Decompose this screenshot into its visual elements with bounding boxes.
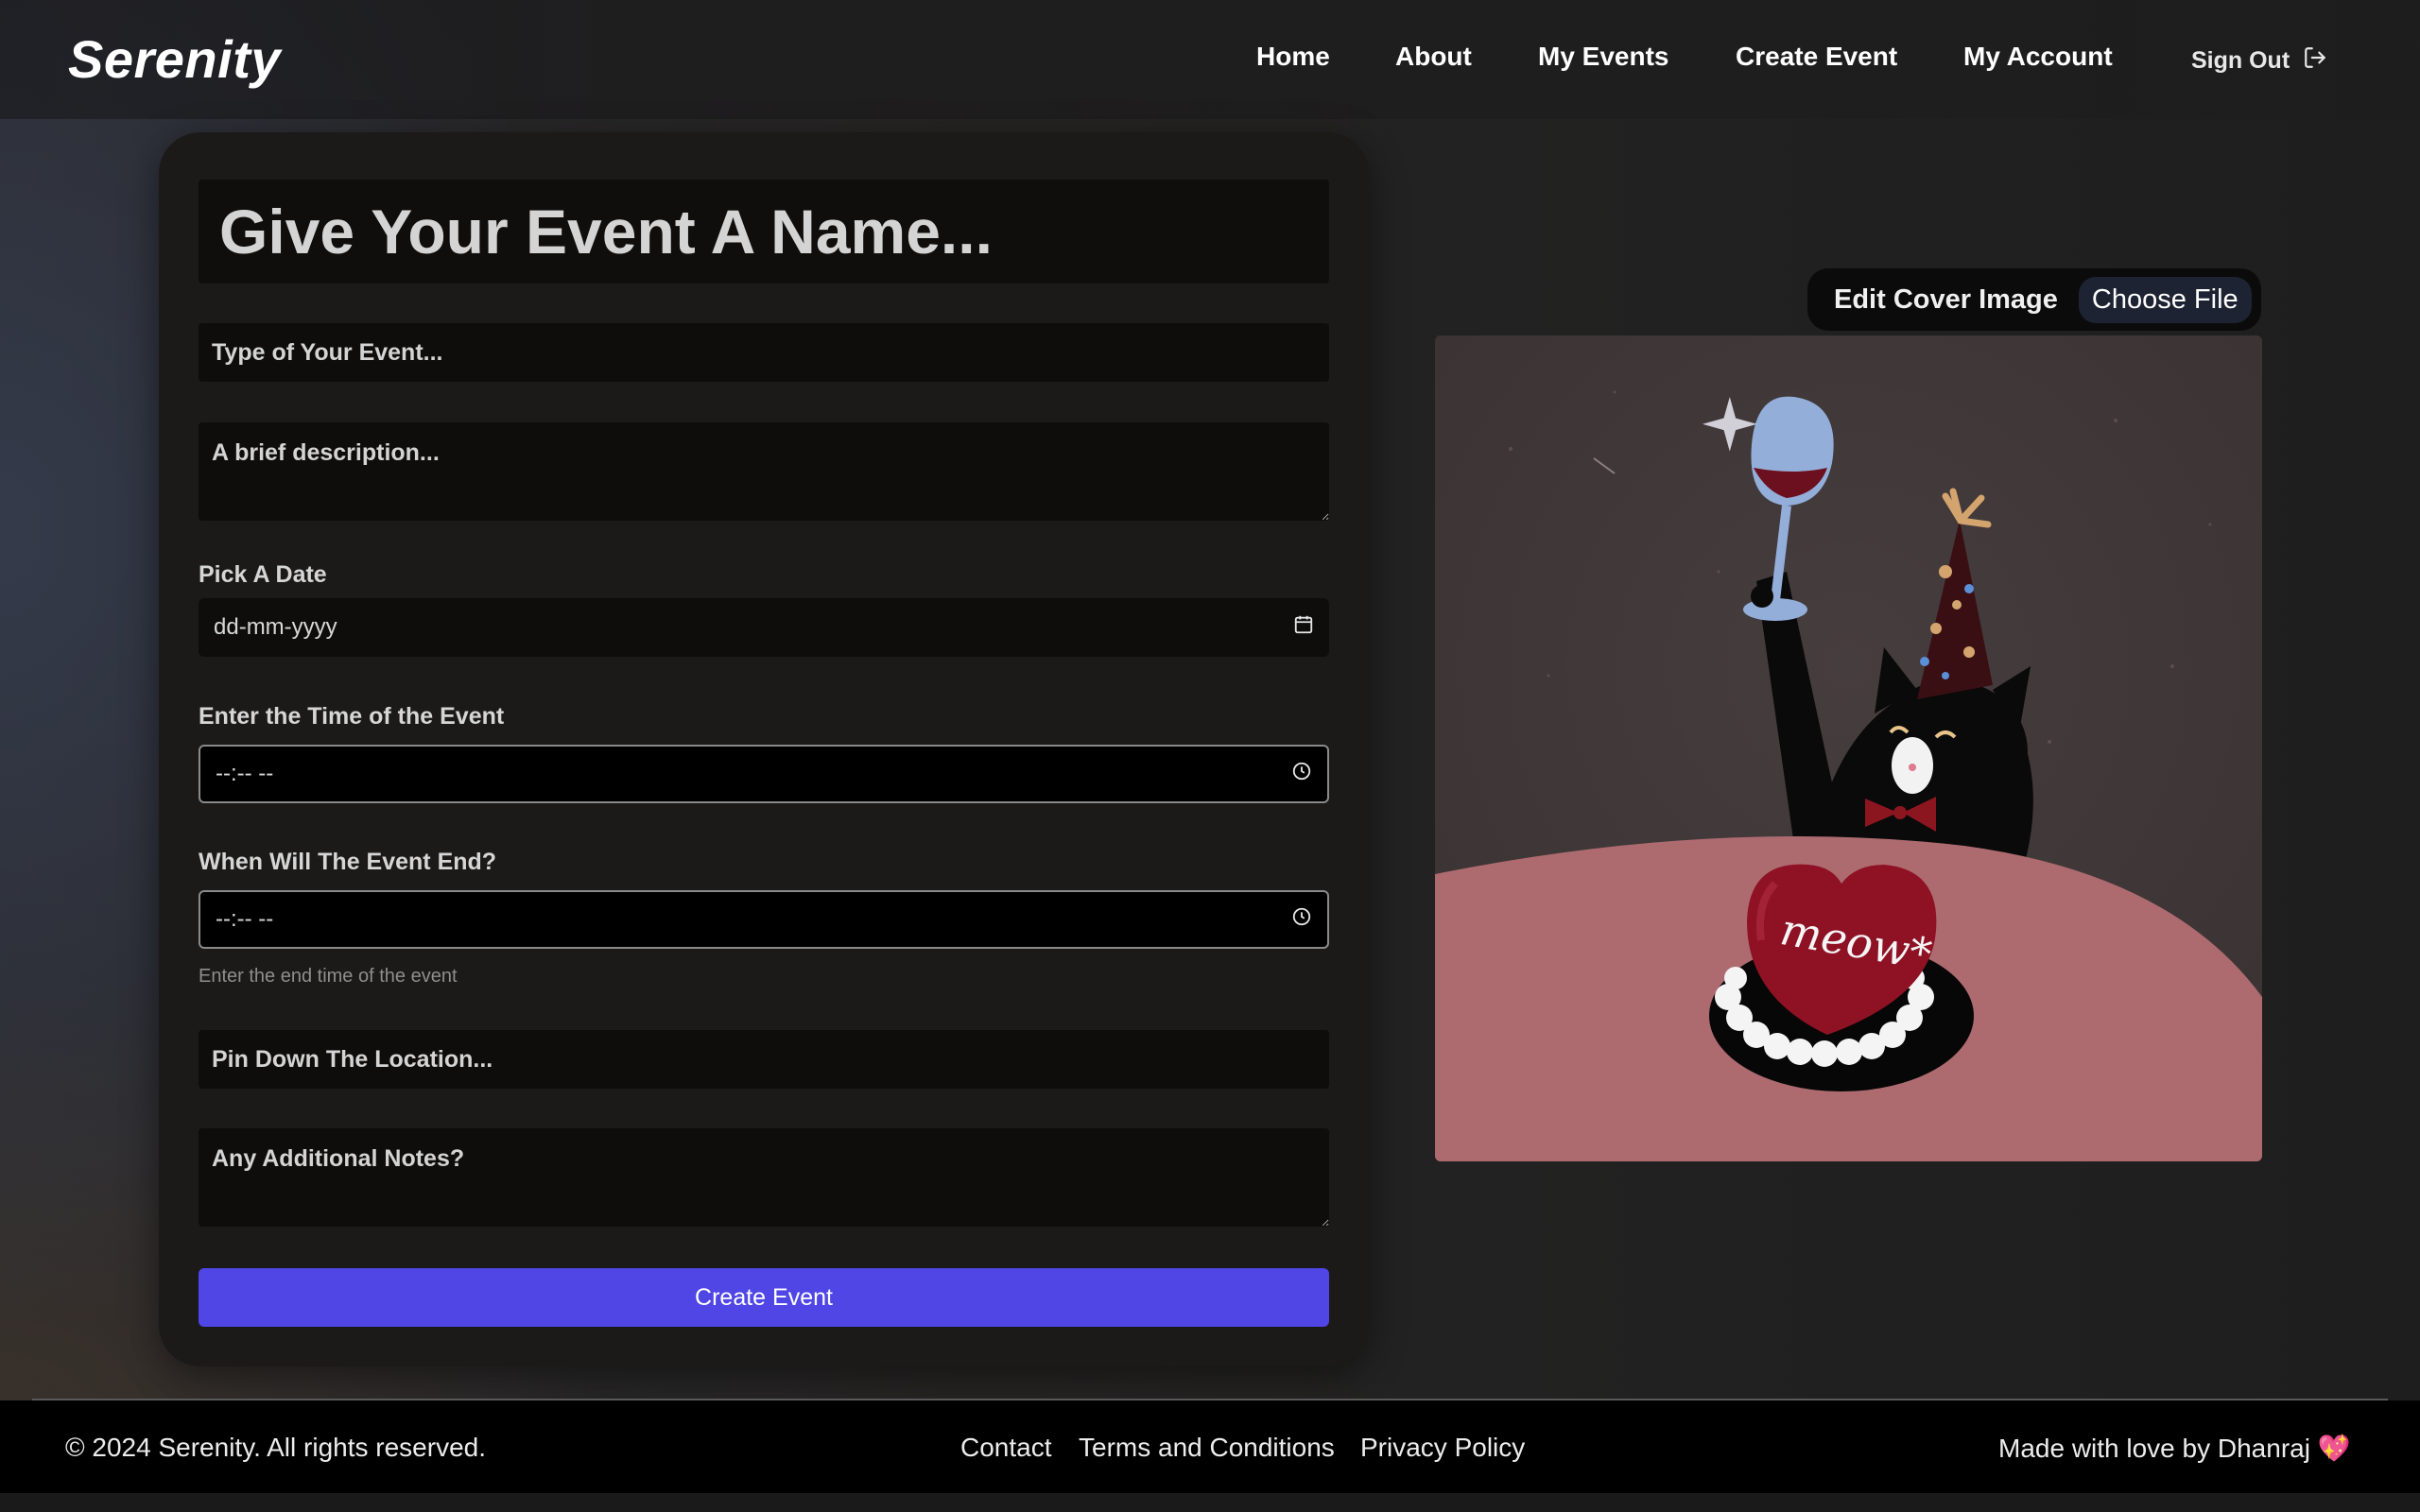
clock-icon[interactable] [1291, 906, 1312, 934]
footer-made-by: Made with love by Dhanraj 💖 [1998, 1434, 2351, 1463]
end-time-placeholder: --:-- -- [216, 906, 274, 932]
edit-cover-label: Edit Cover Image [1834, 284, 2058, 315]
location-input[interactable] [199, 1030, 1329, 1089]
navbar: Serenity Home About My Events Create Eve… [0, 0, 2420, 119]
start-time-label: Enter the Time of the Event [199, 703, 505, 730]
start-time-input[interactable]: --:-- -- [199, 745, 1329, 803]
footer-link-contact[interactable]: Contact [960, 1433, 1052, 1463]
sign-out-icon [2303, 45, 2327, 77]
start-time-placeholder: --:-- -- [216, 761, 274, 786]
clock-icon[interactable] [1291, 761, 1312, 788]
nav-my-events[interactable]: My Events [1538, 42, 1669, 72]
event-name-input[interactable] [199, 180, 1329, 284]
nav-my-account[interactable]: My Account [1963, 42, 2113, 72]
sign-out-label: Sign Out [2191, 47, 2290, 74]
notes-textarea[interactable] [199, 1128, 1329, 1227]
nav-links: Home About My Events Create Event My Acc… [0, 42, 2420, 79]
description-textarea[interactable] [199, 422, 1329, 521]
end-time-hint: Enter the end time of the event [199, 966, 458, 987]
footer-link-terms[interactable]: Terms and Conditions [1079, 1433, 1335, 1463]
event-type-input[interactable] [199, 323, 1329, 382]
calendar-icon[interactable] [1293, 614, 1314, 642]
end-time-label: When Will The Event End? [199, 849, 497, 875]
choose-file-button[interactable]: Choose File [2078, 276, 2252, 323]
footer: © 2024 Serenity. All rights reserved. Co… [0, 1400, 2420, 1493]
sign-out-button[interactable]: Sign Out [2191, 45, 2327, 77]
cover-image-toolbar: Edit Cover Image Choose File [1807, 268, 2261, 331]
bottom-strip [0, 1493, 2420, 1512]
date-placeholder: dd-mm-yyyy [214, 614, 337, 640]
create-event-form: Pick A Date dd-mm-yyyy Enter the Time of… [159, 132, 1369, 1366]
create-event-button[interactable]: Create Event [199, 1268, 1329, 1327]
nav-create-event[interactable]: Create Event [1736, 42, 1897, 72]
date-input[interactable]: dd-mm-yyyy [199, 598, 1329, 657]
footer-link-privacy[interactable]: Privacy Policy [1360, 1433, 1525, 1463]
nav-home[interactable]: Home [1256, 42, 1330, 72]
footer-copyright: © 2024 Serenity. All rights reserved. [65, 1433, 486, 1462]
nav-about[interactable]: About [1395, 42, 1472, 72]
date-label: Pick A Date [199, 561, 327, 588]
end-time-input[interactable]: --:-- -- [199, 890, 1329, 949]
cover-image: meow* [1435, 335, 2262, 1161]
